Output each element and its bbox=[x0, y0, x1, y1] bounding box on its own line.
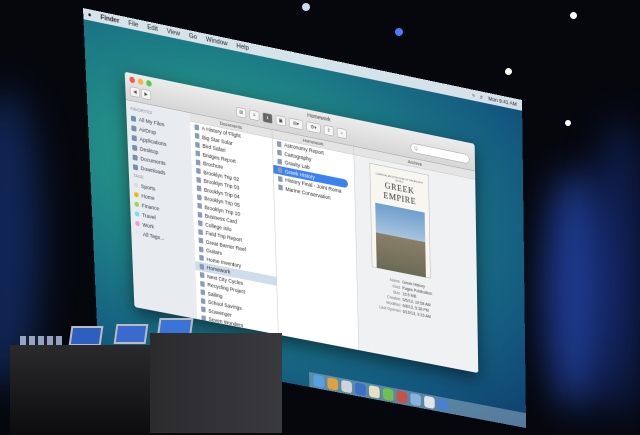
documents-column: Documents A History of Flight Big Star Sol… bbox=[189, 112, 279, 347]
file-icon bbox=[197, 202, 202, 210]
folder-icon bbox=[132, 163, 139, 171]
column-view-button[interactable]: ‖ bbox=[262, 112, 273, 124]
preview-pane: Archive CLASSICAL ARCHITECTURE OF THE AN… bbox=[353, 146, 479, 374]
tag-label: All Tags... bbox=[142, 231, 165, 242]
file-icon bbox=[195, 159, 201, 166]
tags-button[interactable]: ○ bbox=[336, 127, 347, 140]
tag-color-icon bbox=[133, 182, 139, 188]
share-button[interactable]: ⇧ bbox=[323, 124, 334, 137]
dock-app-icon[interactable] bbox=[410, 392, 422, 407]
sidebar-item-label: Downloads bbox=[140, 165, 166, 177]
minimize-button[interactable] bbox=[137, 78, 144, 86]
wifi-icon[interactable]: ≈ bbox=[472, 92, 475, 99]
close-button[interactable] bbox=[129, 76, 136, 84]
icon-view-button[interactable]: ⊞ bbox=[236, 106, 247, 119]
tag-color-icon bbox=[135, 220, 140, 227]
list-view-button[interactable]: ≡ bbox=[249, 109, 260, 122]
dock-app-icon[interactable] bbox=[327, 377, 339, 391]
file-icon bbox=[278, 184, 283, 191]
folder-icon bbox=[131, 134, 137, 142]
menu-finder[interactable]: Finder bbox=[100, 13, 119, 24]
menu-edit[interactable]: Edit bbox=[147, 23, 158, 33]
file-icon bbox=[194, 124, 200, 131]
volume-icon[interactable]: ♬ bbox=[479, 93, 484, 100]
zoom-button[interactable] bbox=[146, 79, 152, 88]
file-icon bbox=[198, 228, 203, 236]
file-icon bbox=[201, 306, 206, 313]
tag-color-icon bbox=[134, 201, 140, 208]
menu-view[interactable]: View bbox=[167, 27, 180, 37]
homework-column: Homework Astronomy Report Cartography Gravi… bbox=[272, 129, 360, 351]
folder-icon bbox=[132, 144, 138, 151]
file-icon bbox=[196, 167, 201, 175]
dock bbox=[309, 371, 527, 429]
file-icon bbox=[198, 246, 204, 253]
folder-icon bbox=[132, 154, 138, 161]
file-icon bbox=[197, 211, 203, 218]
file-icon bbox=[200, 289, 206, 296]
file-icon bbox=[194, 132, 200, 140]
dock-app-icon[interactable] bbox=[437, 398, 449, 412]
file-icon bbox=[197, 194, 202, 201]
cover-flow-button[interactable]: ▣ bbox=[275, 114, 286, 127]
apple-menu-icon[interactable]: ● bbox=[88, 11, 92, 19]
document-cover[interactable]: CLASSICAL ARCHITECTURE OF THE ANCIENT WO… bbox=[369, 162, 431, 279]
file-icon bbox=[200, 297, 206, 305]
file-icon bbox=[201, 315, 206, 322]
file-metadata: Name Greek History Kind Pages Publication Si… bbox=[362, 273, 453, 326]
file-icon bbox=[200, 280, 205, 287]
file-icon bbox=[277, 167, 283, 174]
file-icon bbox=[278, 175, 283, 183]
menu-help[interactable]: Help bbox=[236, 42, 249, 52]
folder-icon bbox=[130, 115, 137, 122]
dock-app-icon[interactable] bbox=[341, 379, 353, 394]
forward-button[interactable]: ▶ bbox=[140, 88, 152, 101]
file-icon bbox=[199, 254, 204, 262]
file-icon bbox=[277, 149, 282, 156]
arrange-button[interactable]: ⊞▾ bbox=[288, 117, 304, 131]
file-icon bbox=[199, 272, 205, 279]
dock-app-icon[interactable] bbox=[424, 395, 435, 410]
menu-window[interactable]: Window bbox=[206, 36, 228, 48]
sidebar: FAVORITES All My Files AirDrop Applications… bbox=[125, 99, 198, 320]
action-button[interactable]: ⚙▾ bbox=[306, 121, 321, 134]
tag-color-icon bbox=[134, 211, 140, 217]
file-icon bbox=[198, 237, 204, 244]
podium-front bbox=[150, 333, 282, 433]
dock-app-icon[interactable] bbox=[368, 385, 380, 399]
dock-app-icon[interactable] bbox=[313, 374, 325, 389]
file-icon bbox=[277, 158, 283, 165]
dock-app-icon[interactable] bbox=[355, 382, 366, 397]
menu-go[interactable]: Go bbox=[189, 32, 197, 41]
dock-app-icon[interactable] bbox=[382, 387, 394, 402]
clock[interactable]: Mon 9:41 AM bbox=[488, 95, 516, 107]
file-icon bbox=[199, 263, 205, 270]
menu-file[interactable]: File bbox=[128, 19, 138, 28]
cover-photo bbox=[375, 202, 426, 278]
file-icon bbox=[195, 141, 200, 148]
tag-label: Work bbox=[142, 221, 155, 230]
file-icon bbox=[196, 176, 202, 183]
file-icon bbox=[196, 185, 202, 192]
back-button[interactable]: ◀ bbox=[129, 86, 141, 98]
file-icon bbox=[195, 150, 201, 157]
window-title: Homework bbox=[307, 111, 331, 123]
file-icon bbox=[201, 323, 207, 330]
dock-app-icon[interactable] bbox=[396, 390, 408, 404]
tag-color-icon bbox=[134, 191, 139, 198]
folder-icon bbox=[131, 124, 137, 132]
file-icon bbox=[276, 140, 282, 148]
tag-color-icon bbox=[135, 230, 141, 237]
file-icon bbox=[197, 220, 203, 227]
